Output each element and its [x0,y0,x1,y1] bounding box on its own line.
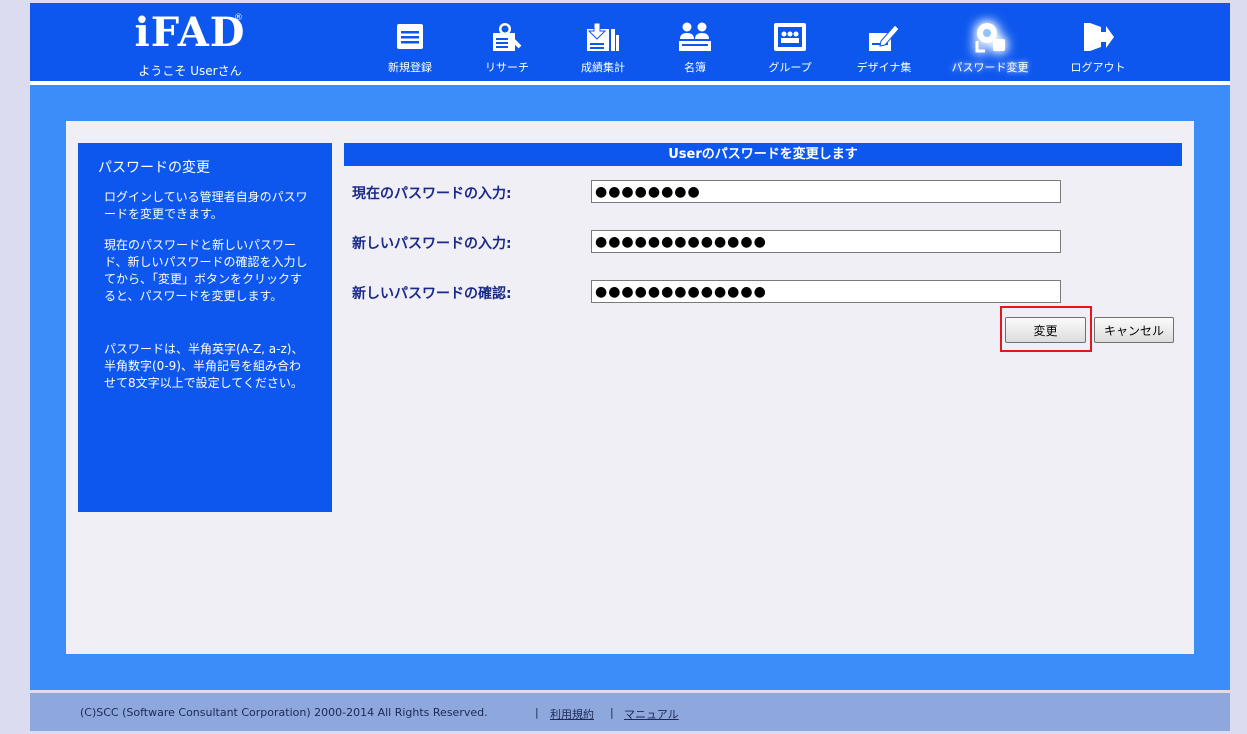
roster-people-icon [677,21,713,57]
nav-label: リサーチ [485,61,529,74]
manual-link[interactable]: マニュアル [624,706,679,722]
nav-designer[interactable]: デザイナ集 [845,3,923,81]
nav-logout[interactable]: ログアウト [1063,3,1133,81]
confirm-password-label: 新しいパスワードの確認: [352,286,512,302]
page: iFAD ® ようこそ Userさん 新規登録 リサーチ 成績集計 名簿 グルー… [30,3,1230,731]
help-paragraph: ログインしている管理者自身のパスワードを変更できます。 [104,190,308,221]
logo: iFAD ® ようこそ Userさん [130,11,250,81]
content-panel: パスワードの変更 ログインしている管理者自身のパスワードを変更できます。 現在の… [66,121,1194,654]
nav-label: 成績集計 [581,61,625,74]
designer-pen-icon [867,21,901,57]
main-area: パスワードの変更 ログインしている管理者自身のパスワードを変更できます。 現在の… [30,85,1230,690]
nav-research[interactable]: リサーチ [472,3,542,81]
document-icon [395,21,425,55]
logo-registered-mark: ® [234,13,243,23]
password-key-icon [971,21,1009,57]
score-tally-icon [585,21,621,57]
copyright-text: (C)SCC (Software Consultant Corporation)… [80,706,488,719]
group-icon [773,21,807,57]
help-paragraph: 現在のパスワードと新しいパスワード、新しいパスワードの確認を入力してから、「変更… [104,238,308,303]
current-password-input[interactable] [591,180,1061,203]
nav-label: ログアウト [1070,61,1126,74]
new-password-input[interactable] [591,230,1061,253]
nav-password-change[interactable]: パスワード変更 [942,3,1038,81]
footer: (C)SCC (Software Consultant Corporation)… [30,693,1230,731]
welcome-message: ようこそ Userさん [138,64,242,78]
confirm-password-input[interactable] [591,280,1061,303]
nav-label: グループ [768,61,812,74]
nav-group[interactable]: グループ [760,3,820,81]
help-title: パスワードの変更 [98,160,210,176]
nav-label: 名簿 [684,61,706,74]
new-password-label: 新しいパスワードの入力: [352,236,512,252]
cancel-button[interactable]: キャンセル [1094,317,1174,343]
nav-roster[interactable]: 名簿 [665,3,725,81]
footer-separator: | [535,706,539,719]
footer-separator: | [610,706,614,719]
nav-label: パスワード変更 [951,61,1029,74]
logout-icon [1081,21,1115,57]
nav-score-tally[interactable]: 成績集計 [568,3,638,81]
nav-label: 新規登録 [388,61,432,74]
change-button[interactable]: 変更 [1005,317,1086,343]
nav-label: デザイナ集 [856,61,912,74]
form-header: Userのパスワードを変更します [344,143,1182,166]
terms-link[interactable]: 利用規約 [550,706,594,722]
header-bar: iFAD ® ようこそ Userさん 新規登録 リサーチ 成績集計 名簿 グルー… [30,3,1230,81]
current-password-label: 現在のパスワードの入力: [352,186,512,202]
research-icon [490,21,524,57]
logo-text: iFAD [134,9,246,56]
help-paragraph: パスワードは、半角英字(A-Z, a-z)、半角数字(0-9)、半角記号を組み合… [104,342,304,390]
help-sidebar: パスワードの変更 ログインしている管理者自身のパスワードを変更できます。 現在の… [78,143,332,512]
nav-new-registration[interactable]: 新規登録 [380,3,440,81]
